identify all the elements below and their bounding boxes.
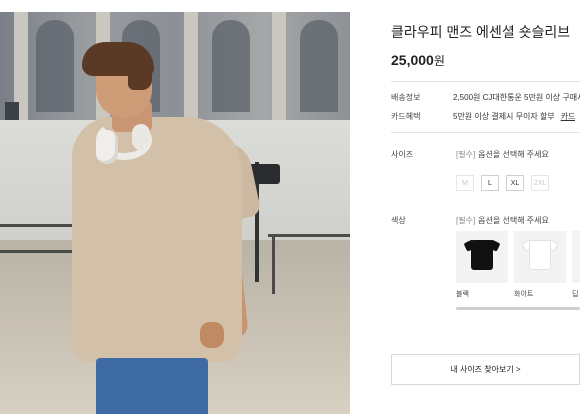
card-benefit-link[interactable]: 카드: [561, 112, 576, 121]
model-jeans: [96, 358, 208, 414]
size-label: 사이즈: [391, 150, 414, 159]
color-scrollbar[interactable]: [456, 307, 580, 310]
photo-pillar: [184, 12, 198, 122]
color-option-label: 딥: [572, 291, 579, 298]
divider: [391, 81, 580, 82]
color-swatch-deep[interactable]: [572, 231, 580, 283]
card-benefit-label: 카드혜택: [391, 112, 421, 121]
color-option-label: 화이트: [514, 291, 534, 298]
model-hand: [200, 322, 224, 348]
photo-window: [36, 20, 74, 112]
color-hint-text: 옵션을 선택해 주세요: [478, 216, 549, 225]
size-option-l[interactable]: L: [481, 175, 499, 191]
color-swatch-white[interactable]: [514, 231, 566, 283]
shipping-value: 2,500원 CJ대한통운 5만원 이상 구매시: [453, 93, 580, 102]
color-label: 색상: [391, 216, 406, 225]
product-photo: [0, 12, 350, 414]
model-hair: [128, 54, 152, 90]
divider: [391, 132, 580, 133]
price-unit: 원: [433, 54, 445, 68]
tshirt-icon: [529, 240, 551, 270]
photo-pillar: [272, 12, 286, 122]
color-hint: [필수] 옵션을 선택해 주세요: [456, 215, 549, 226]
size-hint-text: 옵션을 선택해 주세요: [478, 150, 549, 159]
headphone-cup: [96, 130, 118, 164]
price-amount: 25,000: [391, 52, 434, 68]
photo-railing: [268, 234, 350, 237]
size-hint: [필수] 옵션을 선택해 주세요: [456, 149, 549, 160]
color-option-label: 블랙: [456, 291, 469, 298]
photo-building: [0, 12, 350, 122]
size-option-2xl[interactable]: 2XL: [531, 175, 549, 191]
card-benefit-value: 5만원 이상 결제시 무이자 할부 카드: [453, 111, 575, 122]
size-required: [필수]: [456, 150, 476, 159]
product-title: 클라우피 맨즈 에센셜 숏슬리브: [391, 24, 571, 40]
size-option-m[interactable]: M: [456, 175, 474, 191]
photo-railing: [272, 234, 275, 294]
card-benefit-text: 5만원 이상 결제시 무이자 할부: [453, 112, 555, 121]
product-price: 25,000원: [391, 52, 445, 69]
color-swatch-black[interactable]: [456, 231, 508, 283]
photo-window: [300, 20, 338, 112]
color-required: [필수]: [456, 216, 476, 225]
tshirt-icon: [471, 240, 493, 270]
size-finder-button[interactable]: 내 사이즈 찾아보기 >: [391, 354, 580, 385]
photo-window: [212, 20, 250, 112]
shipping-label: 배송정보: [391, 93, 421, 102]
headphone-cup: [132, 124, 150, 150]
size-option-xl[interactable]: XL: [506, 175, 524, 191]
